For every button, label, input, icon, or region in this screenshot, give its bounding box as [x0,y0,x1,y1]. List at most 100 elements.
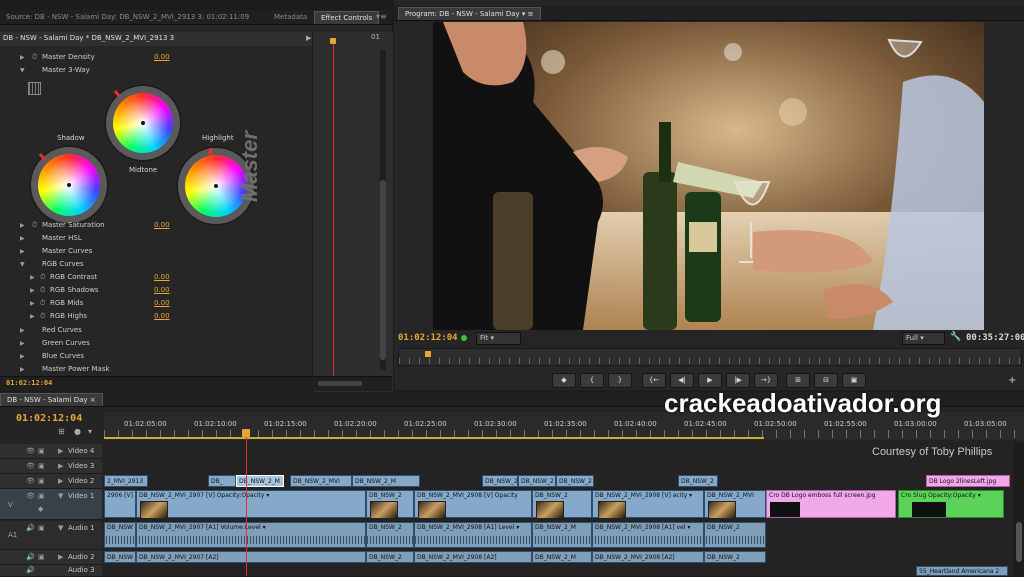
param-value[interactable]: 0.00 [154,284,170,297]
eye-icon[interactable]: 👁 [26,492,35,500]
quality-select[interactable]: Full ▾ [902,332,945,345]
highlight-notch[interactable] [209,148,212,156]
step-forward-button[interactable]: |▶ [726,373,750,388]
lock-icon[interactable]: ▣ [38,524,45,532]
snap-icon[interactable]: ⊞ [58,427,65,436]
v2-clip[interactable]: DB_ [208,475,236,487]
expand-arrow-icon[interactable]: ▶ [306,34,311,42]
go-to-in-button[interactable]: {← [642,373,666,388]
lock-icon[interactable]: ▣ [38,447,45,455]
shadow-wheel[interactable] [29,145,109,225]
tab-sequence[interactable]: DB - NSW - Salami Day × [0,393,103,406]
scroll-thumb[interactable] [380,180,386,360]
add-marker-button[interactable]: ◆ [552,373,576,388]
timeline-scrollbar[interactable] [1014,442,1024,576]
step-back-button[interactable]: ◀| [670,373,694,388]
track-header-video-1[interactable]: 👁 ▣ ▼ Video 1 ◆ [0,489,102,520]
stopwatch-icon[interactable]: ⏱ [40,284,45,297]
track-header-video-2[interactable]: 👁 ▣ ▶ Video 2 [0,474,102,489]
panel-scrollbar[interactable] [380,50,386,370]
collapse-arrow-icon[interactable]: ▶ [20,51,25,64]
row-master-hsl[interactable]: ▶ Master HSL [0,232,372,245]
row-master-curves[interactable]: ▶ Master Curves [0,245,372,258]
v2-clip[interactable]: DB_NSW_2_M [236,475,284,487]
track-header-video-3[interactable]: 👁 ▣ ▶ Video 3 [0,459,102,474]
v2-clip[interactable]: 2_MVI_2913 [104,475,148,487]
lock-icon[interactable]: ▣ [38,462,45,470]
collapse-arrow-icon[interactable]: ▶ [30,297,35,310]
a2-clip[interactable]: DB_NSW_2_M [532,551,592,563]
extract-button[interactable]: ⊟ [814,373,838,388]
a2-clip[interactable]: DB_NSW_2 [366,551,414,563]
panel-menu-icon[interactable]: ▾≡ [376,12,387,21]
eye-icon[interactable]: 👁 [26,447,35,455]
track-header-audio-2[interactable]: 🔊 ▣ ▶ Audio 2 [0,550,102,565]
row-rgb-curves[interactable]: ▼ RGB Curves [0,258,372,271]
program-timecode[interactable]: 01:02:12:04 [398,333,458,343]
collapse-arrow-icon[interactable]: ▶ [20,219,25,232]
collapse-arrow-icon[interactable]: ▶ [58,447,63,455]
a1-clip[interactable]: DB_NSW_2_MVI_2908 [A1] Level ▾ [414,522,532,548]
row-master-power-mask[interactable]: ▶ Master Power Mask [0,363,372,376]
tab-program[interactable]: Program: DB - NSW - Salami Day ▾ ≡ [398,7,541,20]
v2-clip[interactable]: DB_NSW_2 [482,475,518,487]
add-button-icon[interactable]: + [1008,375,1016,386]
lock-icon[interactable]: ▣ [38,492,45,500]
a2-clip[interactable]: DB_NSW_2_MVI_2908 [A2] [414,551,532,563]
target-v-indicator[interactable]: V [8,501,13,509]
shadow-picker[interactable] [67,183,71,187]
program-mini-ruler[interactable] [398,348,1022,366]
collapse-arrow-icon[interactable]: ▶ [20,232,25,245]
collapse-arrow-icon[interactable]: ▶ [58,462,63,470]
v2-clip[interactable]: DB_NSW_2_MVI [290,475,352,487]
play-button[interactable]: ▶ [698,373,722,388]
stopwatch-icon[interactable]: ⏱ [40,310,45,323]
a1-clip[interactable]: DB_NSW_2_MVI_2908 [A1] vel ▾ [592,522,704,548]
marker-icon[interactable]: ● [74,427,81,436]
speaker-icon[interactable]: 🔊 [26,553,35,561]
keyframe-icon[interactable]: ◆ [38,505,43,513]
collapse-arrow-icon[interactable]: ▶ [30,271,35,284]
export-frame-button[interactable]: ▣ [842,373,866,388]
a1-clip[interactable]: DB_NSW_2 [366,522,414,548]
row-green-curves[interactable]: ▶ Green Curves [0,337,372,350]
collapse-arrow-icon[interactable]: ▶ [20,337,25,350]
expand-arrow-icon[interactable]: ▼ [58,492,63,500]
highlight-picker[interactable] [214,184,218,188]
scroll-thumb[interactable] [1016,522,1022,562]
shadow-notch[interactable] [38,152,47,162]
v1-clip[interactable]: DB_NSW_2_MVI_2907 [V] Opacity:Opacity ▾ [136,490,366,518]
program-playhead-marker[interactable] [425,351,431,357]
go-to-out-button[interactable]: →} [754,373,778,388]
collapse-arrow-icon[interactable]: ▶ [30,310,35,323]
timeline-playhead-marker[interactable] [242,429,250,437]
shadow-hue-ring[interactable] [38,154,100,216]
collapse-arrow-icon[interactable]: ▶ [20,350,25,363]
timeline-timecode[interactable]: 01:02:12:04 [16,413,82,424]
panel-menu-icon[interactable]: ≡ [528,10,534,18]
tab-effect-controls[interactable]: Effect Controls [314,11,380,24]
keyboard-icon[interactable] [28,82,41,95]
collapse-arrow-icon[interactable]: ▶ [58,477,63,485]
speaker-icon[interactable]: 🔊 [26,524,35,532]
wrench-icon[interactable]: 🔧 [950,332,961,342]
param-value[interactable]: 0.00 [154,310,170,323]
row-blue-curves[interactable]: ▶ Blue Curves [0,350,372,363]
v2-clip[interactable]: DB_NSW_2 [518,475,556,487]
row-rgb-contrast[interactable]: ▶ ⏱ RGB Contrast 0.00 [0,271,372,284]
effect-timecode[interactable]: 01:02:12:04 [6,379,52,387]
lift-button[interactable]: ⊞ [786,373,810,388]
work-area-bar[interactable] [104,437,764,439]
v2-title-clip[interactable]: DB Logo 2linesLeft.jpg [926,475,1010,487]
expand-arrow-icon[interactable]: ▼ [58,524,63,532]
stopwatch-icon[interactable]: ⏱ [32,51,37,64]
a1-clip[interactable]: DB_NSW_2_MVI_2907 [A1] Volume:Level ▾ [136,522,366,548]
a2-clip[interactable]: DB_NSW [104,551,136,563]
mark-out-button[interactable]: } [608,373,632,388]
row-rgb-highs[interactable]: ▶ ⏱ RGB Highs 0.00 [0,310,372,323]
midtone-picker[interactable] [141,121,145,125]
a3-music-clip[interactable]: 55_Heartland Americana 2 [916,566,1008,576]
a2-clip[interactable]: DB_NSW_2_MVI_2907 [A2] [136,551,366,563]
eye-icon[interactable]: 👁 [26,462,35,470]
a1-clip[interactable]: DB_NSW_2_M [532,522,592,548]
